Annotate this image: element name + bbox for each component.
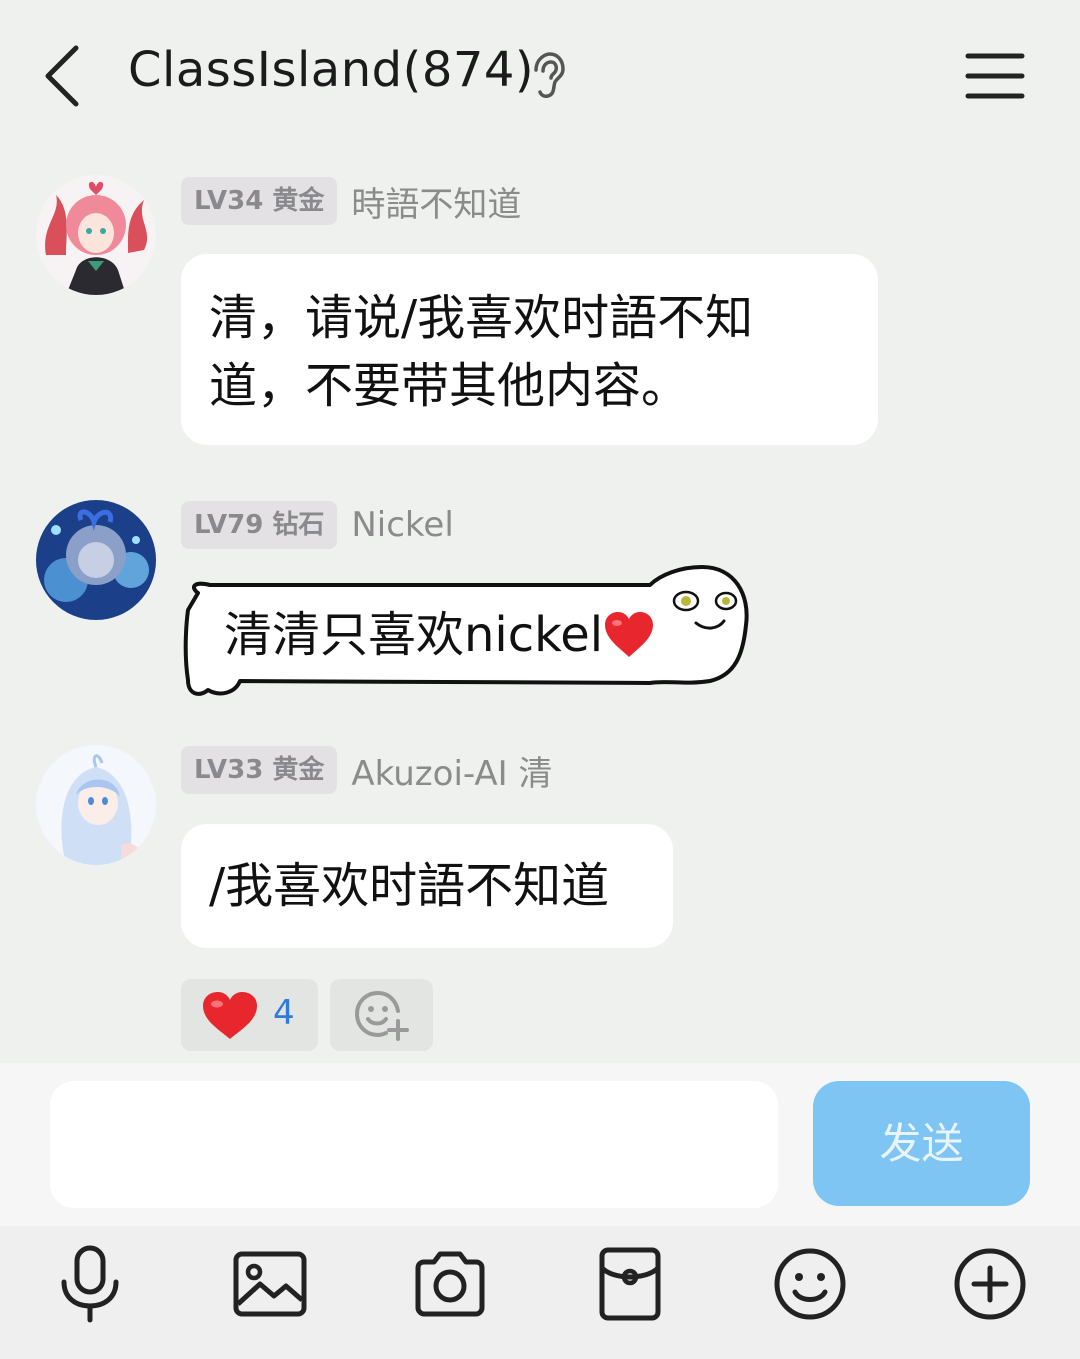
camera-icon[interactable]	[410, 1244, 490, 1324]
bottom-toolbar	[0, 1226, 1080, 1359]
send-button[interactable]: 发送	[813, 1081, 1030, 1206]
message-meta: LV79 钻石 Nickel	[181, 501, 454, 549]
add-reaction-button[interactable]	[330, 979, 433, 1051]
ear-icon[interactable]	[528, 52, 566, 100]
microphone-icon[interactable]	[50, 1244, 130, 1324]
message-bubble[interactable]: /我喜欢时語不知道	[181, 824, 673, 948]
message-text: 清清只喜欢nickel	[224, 607, 604, 663]
emoji-icon[interactable]	[770, 1244, 850, 1324]
message-input[interactable]	[50, 1081, 778, 1208]
sender-name[interactable]: Nickel	[351, 505, 453, 545]
avatar[interactable]	[36, 500, 156, 620]
sender-name[interactable]: Akuzoi-AI 清	[351, 746, 552, 795]
avatar[interactable]	[36, 175, 156, 295]
chat-title[interactable]: ClassIsland(874)	[128, 42, 534, 98]
menu-icon[interactable]	[964, 50, 1026, 102]
message-text: /我喜欢时語不知道	[209, 858, 610, 914]
chat-header: ClassIsland(874)	[0, 0, 1080, 150]
heart-reaction[interactable]: 4	[181, 979, 318, 1051]
avatar[interactable]	[36, 745, 156, 865]
message-text-line: 道，不要带其他内容。	[209, 358, 690, 414]
back-arrow-icon[interactable]	[36, 40, 96, 112]
reaction-count: 4	[273, 993, 295, 1033]
level-badge: LV34 黄金	[181, 177, 338, 225]
heart-emoji-icon	[605, 612, 654, 657]
input-area: 发送	[0, 1063, 1080, 1226]
level-badge: LV79 钻石	[181, 501, 338, 549]
red-packet-icon[interactable]	[590, 1244, 670, 1324]
sender-name[interactable]: 時語不知道	[351, 177, 521, 226]
image-icon[interactable]	[230, 1244, 310, 1324]
message-meta: LV34 黄金 時語不知道	[181, 177, 521, 225]
message-bubble[interactable]: 清清只喜欢nickel	[180, 555, 755, 705]
level-badge: LV33 黄金	[181, 746, 338, 794]
add-emoji-icon	[354, 990, 409, 1041]
plus-icon[interactable]	[950, 1244, 1030, 1324]
message-meta: LV33 黄金 Akuzoi-AI 清	[181, 746, 553, 794]
heart-icon	[203, 992, 257, 1039]
message-bubble[interactable]: 清，请说/我喜欢时語不知 道，不要带其他内容。	[181, 254, 878, 445]
message-text-line: 清，请说/我喜欢时語不知	[209, 290, 754, 346]
